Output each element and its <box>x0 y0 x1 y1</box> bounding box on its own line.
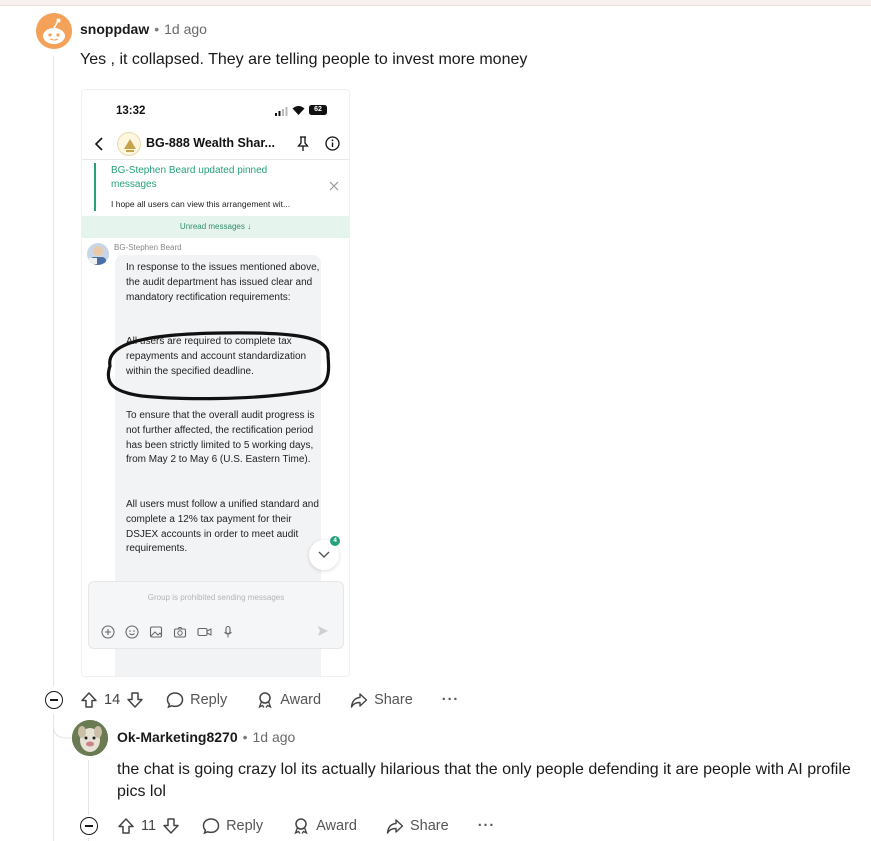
add-icon[interactable] <box>100 624 116 640</box>
emoji-icon[interactable] <box>124 624 140 640</box>
award-button[interactable]: Award <box>256 691 321 709</box>
sender-name: BG-Stephen Beard <box>114 243 182 252</box>
share-button[interactable]: Share <box>386 817 449 835</box>
reply-button[interactable]: Reply <box>166 691 227 709</box>
message-paragraph: To ensure that the overall audit progres… <box>126 410 315 466</box>
info-icon[interactable] <box>325 136 340 151</box>
award-label: Award <box>316 818 357 834</box>
author-name[interactable]: Ok-Marketing8270 <box>117 729 238 745</box>
close-icon[interactable] <box>329 181 339 191</box>
comment-body-line: the chat is going crazy lol its actually… <box>117 761 851 778</box>
signal-icon <box>275 107 288 116</box>
hand-drawn-circle <box>106 331 331 401</box>
timestamp[interactable]: 1d ago <box>164 21 207 37</box>
downvote-icon[interactable] <box>126 691 144 709</box>
pinned-title: BG-Stephen Beard updated pinned messages <box>111 165 268 190</box>
group-logo <box>117 132 141 156</box>
top-bar <box>0 0 871 6</box>
input-placeholder: Group is prohibited sending messages <box>147 593 285 602</box>
separator-dot: • <box>242 729 248 745</box>
vote-count: 14 <box>104 692 121 708</box>
unread-count-badge: 4 <box>330 536 340 546</box>
sender-avatar[interactable] <box>87 243 109 265</box>
share-label: Share <box>409 818 449 834</box>
image-icon[interactable] <box>148 624 164 640</box>
comment-icon <box>166 692 184 709</box>
author-name[interactable]: snoppdaw <box>80 21 149 37</box>
share-icon <box>386 819 404 834</box>
avatar[interactable] <box>36 13 72 49</box>
chat-screenshot-image[interactable]: 13:32 62 BG-888 Wealth Shar... BG-Stephe… <box>81 89 350 677</box>
award-button[interactable]: Award <box>292 817 357 835</box>
award-icon <box>294 818 308 835</box>
chevron-down-icon <box>318 551 330 558</box>
wifi-icon <box>292 106 305 115</box>
reply-label: Reply <box>190 692 228 708</box>
pinned-message[interactable]: BG-Stephen Beard updated pinned messages… <box>94 163 344 211</box>
timestamp[interactable]: 1d ago <box>253 729 296 745</box>
thread-line[interactable] <box>53 56 54 686</box>
battery-level: 62 <box>314 106 322 113</box>
comment-body: Yes , it collapsed. They are telling peo… <box>80 51 528 68</box>
avatar[interactable] <box>72 720 108 756</box>
comment-icon <box>202 818 220 835</box>
more-icon[interactable]: ··· <box>478 818 496 834</box>
upvote-icon[interactable] <box>117 817 135 835</box>
thread-line[interactable] <box>88 760 89 815</box>
award-label: Award <box>280 692 322 708</box>
comment-body-line: pics lol <box>117 783 166 800</box>
phone-time: 13:32 <box>116 105 146 117</box>
reply-label: Reply <box>226 818 264 834</box>
vote-group: 14 <box>80 691 144 709</box>
share-button[interactable]: Share <box>350 691 413 709</box>
message-paragraph: All users must follow a unified standard… <box>126 499 319 555</box>
upvote-icon[interactable] <box>80 691 98 709</box>
award-icon <box>258 692 272 709</box>
message-paragraph: In response to the issues mentioned abov… <box>126 262 320 303</box>
collapse-icon[interactable] <box>80 817 98 835</box>
comment-meta: Ok-Marketing8270 • 1d ago <box>117 729 295 745</box>
pinned-preview: I hope all users can view this arrangeme… <box>111 199 291 209</box>
microphone-icon[interactable] <box>220 624 236 640</box>
unread-divider: Unread messages ↓ <box>82 216 349 238</box>
vote-count: 11 <box>141 818 157 834</box>
collapse-icon[interactable] <box>45 691 63 709</box>
group-title[interactable]: BG-888 Wealth Shar... <box>146 136 275 150</box>
video-icon[interactable] <box>196 624 212 640</box>
downvote-icon[interactable] <box>162 817 180 835</box>
comment-meta: snoppdaw • 1d ago <box>80 21 207 37</box>
battery-icon: 62 <box>309 105 327 115</box>
camera-icon[interactable] <box>172 624 188 640</box>
send-icon[interactable] <box>317 625 329 637</box>
back-icon[interactable] <box>94 137 104 151</box>
vote-group: 11 <box>117 817 180 835</box>
comment-body: the chat is going crazy lol its actually… <box>117 759 857 803</box>
more-icon[interactable]: ··· <box>442 692 460 708</box>
comment-actions: 11 Reply Award Share ··· <box>80 811 495 841</box>
reply-button[interactable]: Reply <box>202 817 263 835</box>
input-toolbar <box>100 624 236 640</box>
pin-icon[interactable] <box>297 136 309 152</box>
share-icon <box>350 693 368 708</box>
separator-dot: • <box>154 21 160 37</box>
share-label: Share <box>374 692 413 708</box>
comment-actions: 14 Reply Award Share ··· <box>45 685 459 715</box>
chat-header: BG-888 Wealth Shar... <box>82 128 349 160</box>
message-input-box[interactable]: Group is prohibited sending messages <box>88 581 344 649</box>
phone-status-bar: 13:32 62 <box>82 90 349 128</box>
